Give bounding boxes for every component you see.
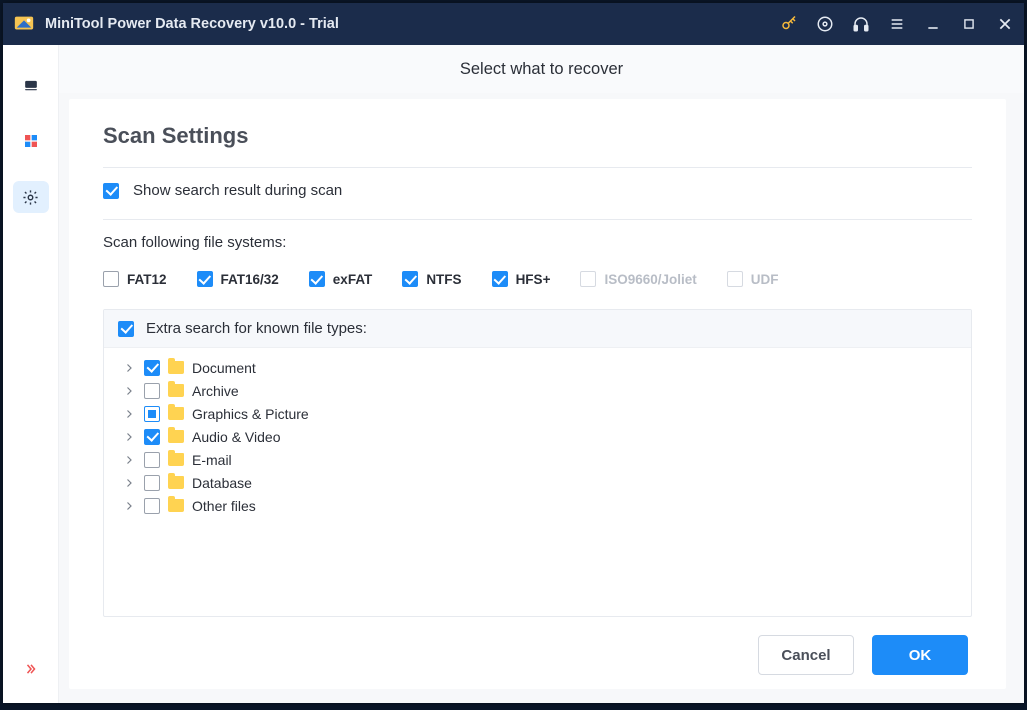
filesystem-row: FAT12 FAT16/32 exFAT NTFS HFS+ ISO9660/Joliet… <box>103 261 972 309</box>
cancel-button[interactable]: Cancel <box>758 635 854 675</box>
fs-item-fat12: FAT12 <box>103 271 167 287</box>
tree-label: Graphics & Picture <box>192 406 309 422</box>
extra-search-label: Extra search for known file types: <box>146 320 367 337</box>
folder-icon <box>168 384 184 397</box>
minimize-icon[interactable] <box>924 15 942 33</box>
tree-checkbox[interactable] <box>144 475 160 491</box>
chevron-right-icon[interactable] <box>122 476 136 490</box>
fs-label: UDF <box>751 272 779 287</box>
headphones-icon[interactable] <box>852 15 870 33</box>
tree-label: Database <box>192 475 252 491</box>
fs-checkbox <box>580 271 596 287</box>
fs-item-udf: UDF <box>727 271 779 287</box>
tree-checkbox[interactable] <box>144 429 160 445</box>
main: Select what to recover Scan Settings Sho… <box>59 45 1024 703</box>
fs-checkbox[interactable] <box>492 271 508 287</box>
chevron-right-icon[interactable] <box>122 499 136 513</box>
fs-checkbox <box>727 271 743 287</box>
body: Select what to recover Scan Settings Sho… <box>3 45 1024 703</box>
menu-icon[interactable] <box>888 15 906 33</box>
close-icon[interactable] <box>996 15 1014 33</box>
maximize-icon[interactable] <box>960 15 978 33</box>
extra-search-checkbox[interactable] <box>118 321 134 337</box>
sidebar-expand-icon[interactable] <box>13 653 49 685</box>
fs-checkbox[interactable] <box>309 271 325 287</box>
fs-label: HFS+ <box>516 272 551 287</box>
chevron-right-icon[interactable] <box>122 361 136 375</box>
fs-checkbox[interactable] <box>103 271 119 287</box>
sidebar <box>3 45 59 703</box>
sidebar-item-apps[interactable] <box>13 125 49 157</box>
app-icon <box>13 13 35 35</box>
fs-label: FAT16/32 <box>221 272 279 287</box>
fs-item-iso9660-joliet: ISO9660/Joliet <box>580 271 696 287</box>
folder-icon <box>168 407 184 420</box>
tree-row: Other files <box>104 494 971 517</box>
sidebar-item-settings[interactable] <box>13 181 49 213</box>
chevron-right-icon[interactable] <box>122 430 136 444</box>
ok-button[interactable]: OK <box>872 635 968 675</box>
show-results-checkbox[interactable] <box>103 183 119 199</box>
tree-label: Other files <box>192 498 256 514</box>
chevron-right-icon[interactable] <box>122 407 136 421</box>
file-type-tree: Extra search for known file types: Docum… <box>103 309 972 617</box>
tree-row: Graphics & Picture <box>104 402 971 425</box>
tree-checkbox[interactable] <box>144 360 160 376</box>
app-title: MiniTool Power Data Recovery v10.0 - Tri… <box>45 16 780 32</box>
tree-label: Audio & Video <box>192 429 280 445</box>
disc-icon[interactable] <box>816 15 834 33</box>
tree-checkbox[interactable] <box>144 498 160 514</box>
tree-label: E-mail <box>192 452 232 468</box>
tree-checkbox[interactable] <box>144 383 160 399</box>
fs-label: NTFS <box>426 272 461 287</box>
fs-heading: Scan following file systems: <box>103 220 972 261</box>
tab-header: Select what to recover <box>59 45 1024 93</box>
fs-label: ISO9660/Joliet <box>604 272 696 287</box>
show-results-row: Show search result during scan <box>103 168 972 219</box>
fs-item-ntfs: NTFS <box>402 271 461 287</box>
fs-label: FAT12 <box>127 272 167 287</box>
chevron-right-icon[interactable] <box>122 453 136 467</box>
fs-item-hfs-: HFS+ <box>492 271 551 287</box>
tree-row: Document <box>104 356 971 379</box>
key-icon[interactable] <box>780 15 798 33</box>
tree-row: Audio & Video <box>104 425 971 448</box>
tree-label: Document <box>192 360 256 376</box>
folder-icon <box>168 430 184 443</box>
chevron-right-icon[interactable] <box>122 384 136 398</box>
folder-icon <box>168 361 184 374</box>
tree-row: Archive <box>104 379 971 402</box>
titlebar: MiniTool Power Data Recovery v10.0 - Tri… <box>3 3 1024 45</box>
tree-header: Extra search for known file types: <box>104 310 971 348</box>
section-title: Scan Settings <box>103 123 972 149</box>
tree-row: Database <box>104 471 971 494</box>
tree-body: Document Archive Graphics & Picture Audio &… <box>104 348 971 616</box>
folder-icon <box>168 499 184 512</box>
fs-label: exFAT <box>333 272 373 287</box>
settings-panel: Scan Settings Show search result during … <box>69 99 1006 689</box>
tab-label: Select what to recover <box>460 60 623 79</box>
tree-checkbox[interactable] <box>144 406 160 422</box>
titlebar-controls <box>780 15 1014 33</box>
tree-label: Archive <box>192 383 239 399</box>
sidebar-item-recover[interactable] <box>13 69 49 101</box>
fs-checkbox[interactable] <box>197 271 213 287</box>
tree-row: E-mail <box>104 448 971 471</box>
fs-checkbox[interactable] <box>402 271 418 287</box>
fs-item-fat16-32: FAT16/32 <box>197 271 279 287</box>
show-results-label: Show search result during scan <box>133 182 342 199</box>
footer-buttons: Cancel OK <box>103 617 972 675</box>
folder-icon <box>168 476 184 489</box>
tree-checkbox[interactable] <box>144 452 160 468</box>
folder-icon <box>168 453 184 466</box>
app-window: MiniTool Power Data Recovery v10.0 - Tri… <box>3 3 1024 703</box>
fs-item-exfat: exFAT <box>309 271 373 287</box>
